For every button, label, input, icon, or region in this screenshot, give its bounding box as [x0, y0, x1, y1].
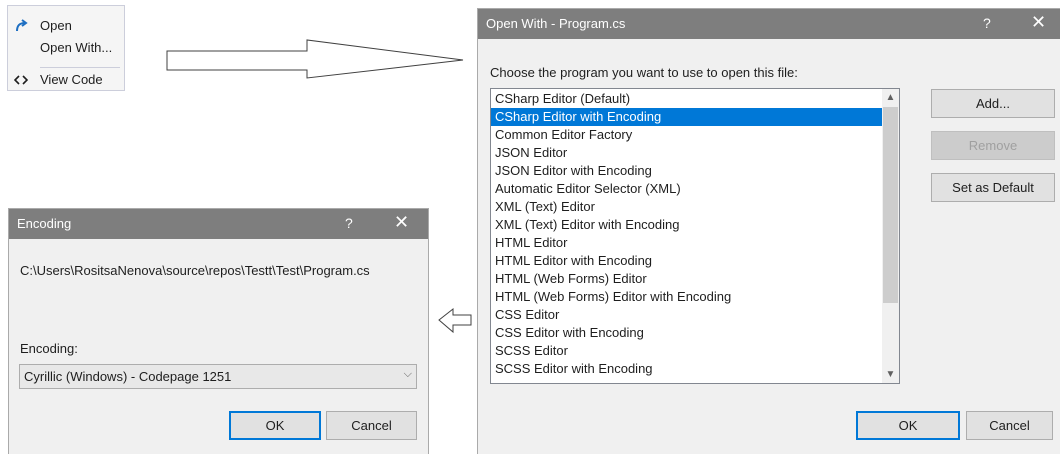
cancel-button[interactable]: Cancel	[326, 411, 417, 440]
chevron-down-icon: ⌵	[403, 368, 412, 380]
scroll-down-icon[interactable]: ▼	[882, 366, 899, 383]
list-item[interactable]: SCSS Editor	[491, 342, 899, 360]
encoding-select[interactable]: Cyrillic (Windows) - Codepage 1251 ⌵	[19, 364, 417, 389]
context-menu: Open Open With... View Code	[7, 5, 125, 91]
scroll-thumb[interactable]	[883, 107, 898, 303]
list-item[interactable]: CSS Editor with Encoding	[491, 324, 899, 342]
file-path-text: C:\Users\RositsaNenova\source\repos\Test…	[20, 263, 370, 278]
list-item[interactable]: XML (Text) Editor	[491, 198, 899, 216]
program-list[interactable]: CSharp Editor (Default) CSharp Editor wit…	[490, 88, 900, 384]
menu-item-label: View Code	[40, 72, 103, 87]
list-item[interactable]: SCSS Editor with Encoding	[491, 360, 899, 378]
help-button[interactable]: ?	[345, 215, 353, 231]
menu-item-open-with[interactable]: Open With...	[8, 37, 124, 59]
menu-separator	[40, 67, 120, 68]
cancel-button[interactable]: Cancel	[966, 411, 1053, 440]
menu-item-label: Open With...	[40, 40, 113, 55]
flow-arrow-left-icon	[438, 307, 472, 334]
open-with-dialog: Open With - Program.cs ? ✕ Choose the pr…	[477, 8, 1060, 454]
set-as-default-button[interactable]: Set as Default	[931, 173, 1055, 202]
list-item[interactable]: HTML (Web Forms) Editor with Encoding	[491, 288, 899, 306]
list-item[interactable]: XML (Text) Editor with Encoding	[491, 216, 899, 234]
remove-button[interactable]: Remove	[931, 131, 1055, 160]
menu-item-view-code[interactable]: View Code	[8, 69, 124, 91]
code-brackets-icon	[8, 69, 34, 91]
scroll-up-icon[interactable]: ▲	[882, 89, 899, 106]
menu-item-open[interactable]: Open	[8, 15, 124, 37]
list-item[interactable]: CSharp Editor with Encoding	[491, 108, 899, 126]
list-item[interactable]: Common Editor Factory	[491, 126, 899, 144]
prompt-text: Choose the program you want to use to op…	[490, 65, 798, 80]
dialog-title: Encoding	[17, 216, 72, 231]
help-button[interactable]: ?	[983, 15, 991, 31]
dialog-title: Open With - Program.cs	[486, 16, 626, 31]
list-item[interactable]: JSON Editor with Encoding	[491, 162, 899, 180]
list-item[interactable]: HTML Editor	[491, 234, 899, 252]
list-item[interactable]: Automatic Editor Selector (XML)	[491, 180, 899, 198]
menu-item-label: Open	[40, 18, 72, 33]
list-item[interactable]: CSS Editor	[491, 306, 899, 324]
title-bar: Open With - Program.cs ? ✕	[478, 9, 1060, 39]
title-bar: Encoding ? ✕	[9, 209, 428, 239]
close-button[interactable]: ✕	[1031, 12, 1046, 33]
ok-button[interactable]: OK	[856, 411, 960, 440]
flow-arrow-right-icon	[166, 39, 464, 79]
list-item[interactable]: HTML (Web Forms) Editor	[491, 270, 899, 288]
close-button[interactable]: ✕	[394, 212, 409, 233]
redo-arrow-icon	[8, 15, 34, 37]
encoding-label: Encoding:	[20, 341, 78, 356]
encoding-dialog: Encoding ? ✕ C:\Users\RositsaNenova\sour…	[8, 208, 429, 454]
list-item[interactable]: JSON Editor	[491, 144, 899, 162]
list-item[interactable]: HTML Editor with Encoding	[491, 252, 899, 270]
ok-button[interactable]: OK	[229, 411, 321, 440]
list-item[interactable]: CSharp Editor (Default)	[491, 90, 899, 108]
list-scrollbar[interactable]: ▲ ▼	[882, 89, 899, 383]
encoding-select-value: Cyrillic (Windows) - Codepage 1251	[24, 369, 232, 384]
add-button[interactable]: Add...	[931, 89, 1055, 118]
